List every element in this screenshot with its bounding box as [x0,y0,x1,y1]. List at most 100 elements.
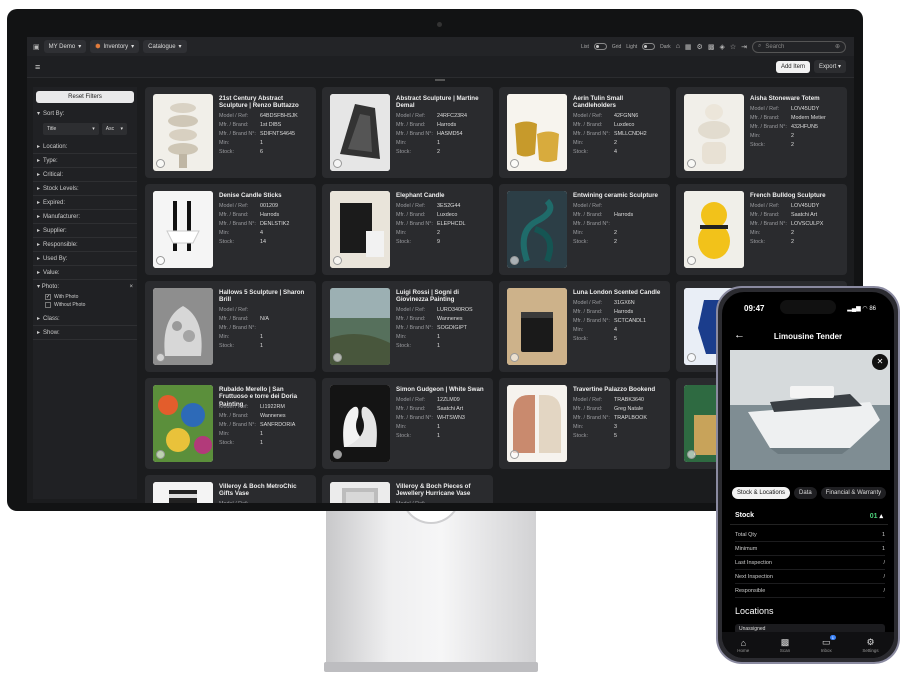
hamburger-icon[interactable]: ≡ [35,62,40,72]
filter-photo[interactable]: ▾ Photo: × [33,280,137,293]
photo-option[interactable]: ✓ With Photo [33,293,137,301]
item-card[interactable]: 21st Century Abstract Sculpture | Renzo … [145,87,316,178]
sort-order-select[interactable]: Asc ▾ [101,123,127,135]
item-card[interactable]: Entwining ceramic Sculpture Model / Ref: M… [499,184,670,275]
stock-row: Minimum 1 [735,546,885,556]
reset-filters-button[interactable]: Reset Filters [36,91,134,103]
select-radio[interactable] [156,353,165,362]
back-arrow-icon[interactable]: ← [734,329,745,341]
item-card[interactable]: Elephant Candle Model / Ref: 3ES2G44 Mfr. /… [322,184,493,275]
item-meta: Model / Ref: TRABK3640 Mfr. / Brand: Greg N… [573,396,668,441]
meta-label: Model / Ref: [396,307,426,313]
gear-icon[interactable]: ⚙ [697,43,703,51]
item-photo [153,191,213,268]
nav-scan[interactable]: ▩ Scan [780,637,790,653]
select-radio[interactable] [333,353,342,362]
qr-icon[interactable]: ▩ [708,43,715,51]
item-card[interactable]: Abstract Sculpture | Martine Demal Model … [322,87,493,178]
filter-row[interactable]: ▸ Location: [33,140,137,154]
stand-base [324,662,538,672]
checkbox[interactable]: ✓ [45,294,51,300]
item-card[interactable]: Luna London Scented Candle Model / Ref: 31… [499,281,670,372]
add-circle-icon[interactable]: ⊕ [835,43,840,50]
item-card[interactable]: Rubaldo Merello | San Fruttuoso e torre … [145,378,316,469]
sort-by-label[interactable]: ▾ Sort By: [33,107,137,120]
item-card[interactable]: Hallows 5 Sculpture | Sharon Brill Model … [145,281,316,372]
select-radio[interactable] [333,159,342,168]
menu-catalogue-label: Catalogue [148,43,176,50]
stock-row-label: Last Inspection [735,560,772,566]
item-card[interactable]: Simon Gudgeon | White Swan Model / Ref: 12… [322,378,493,469]
nav-settings[interactable]: ⚙ Settings [862,637,878,653]
star-icon[interactable]: ☆ [730,43,736,51]
tab-data[interactable]: Data [794,487,817,499]
search-input[interactable]: Search [765,44,831,50]
nav-home[interactable]: ⌂ Home [737,638,749,653]
filter-row[interactable]: ▸ Stock Levels: [33,182,137,196]
home-icon[interactable]: ⌂ [676,43,680,50]
item-card[interactable]: Aisha Stoneware Totem Model / Ref: LOV45UD… [676,87,847,178]
select-radio[interactable] [510,353,519,362]
filter-row[interactable]: ▸ Supplier: [33,224,137,238]
select-radio[interactable] [687,450,696,459]
menu-workspace[interactable]: MY Demo ▾ [43,40,87,53]
meta-label: Min: [219,334,230,340]
search-box[interactable]: ⌕ Search ⊕ [752,40,846,53]
filter-row[interactable]: ▸ Manufacturer: [33,210,137,224]
select-radio[interactable] [333,256,342,265]
logout-icon[interactable]: ⇥ [741,43,747,51]
drag-handle[interactable] [435,79,445,81]
filter-row[interactable]: ▸ Value: [33,266,137,280]
menu-catalogue[interactable]: Catalogue ▾ [143,40,187,53]
locations-heading: Locations [735,606,774,616]
stock-section-header[interactable]: Stock 01 ▴ [730,508,888,525]
checkbox[interactable] [45,302,51,308]
calendar-icon[interactable]: ▦ [685,43,692,51]
add-item-button[interactable]: Add Item [775,60,810,73]
select-radio[interactable] [156,159,165,168]
sort-field-select[interactable]: Title ▾ [43,123,99,135]
filter-row[interactable]: ▸ Class: [33,312,137,326]
select-radio[interactable] [333,450,342,459]
select-radio[interactable] [510,450,519,459]
item-card[interactable]: French Bulldog Sculpture Model / Ref: LOV4… [676,184,847,275]
select-radio[interactable] [687,256,696,265]
menu-inventory[interactable]: ⬢ Inventory ▾ [90,40,140,53]
filter-row[interactable]: ▸ Used By: [33,252,137,266]
item-card[interactable]: Denise Candle Sticks Model / Ref: 001209 Mf… [145,184,316,275]
meta-label: Model / Ref: [396,500,437,503]
stock-count: 01 [869,513,878,520]
item-card[interactable]: Luigi Rossi | Sogni di Giovinezza Painti… [322,281,493,372]
caret-icon: ▾ [92,126,95,132]
select-radio[interactable] [510,256,519,265]
item-title: Villeroy & Boch MetroChic Gifts Vase [219,483,297,498]
item-card[interactable]: Travertine Palazzo Bookend Model / Ref: TR… [499,378,670,469]
select-radio[interactable] [510,159,519,168]
item-card[interactable]: Villeroy & Boch MetroChic Gifts Vase Mode… [145,475,316,503]
filter-row[interactable]: ▸ Critical: [33,168,137,182]
filter-row[interactable]: ▸ Expired: [33,196,137,210]
select-radio[interactable] [687,159,696,168]
item-card[interactable]: Villeroy & Boch Pieces of Jewellery Hurr… [322,475,493,503]
chevron-up-icon: ▴ [879,513,883,520]
meta-label: Mfr. / Brand N°: [396,414,433,421]
select-radio[interactable] [687,353,696,362]
tab-stock-locations[interactable]: Stock & Locations [732,487,791,499]
theme-toggle[interactable] [642,43,656,50]
diamond-icon[interactable]: ◈ [719,43,724,51]
photo-option[interactable]: Without Photo [33,301,137,309]
filter-row[interactable]: ▸ Type: [33,154,137,168]
view-toggle[interactable] [593,43,607,50]
meta-label: Min: [750,229,761,236]
clear-icon[interactable]: × [129,284,133,290]
filter-row[interactable]: ▸ Responsible: [33,238,137,252]
select-radio[interactable] [156,450,165,459]
filter-row[interactable]: ▸ Show: [33,326,137,340]
nav-inbox[interactable]: ▭ 1 Inbox [821,635,837,653]
close-icon[interactable]: ✕ [872,354,888,370]
meta-label: Mfr. / Brand N°: [396,131,433,137]
tab-financial[interactable]: Financial & Warranty [820,487,887,499]
select-radio[interactable] [156,256,165,265]
export-button[interactable]: Export ▾ [813,60,846,73]
item-card[interactable]: Aerin Tulin Small Candleholders Model / R… [499,87,670,178]
